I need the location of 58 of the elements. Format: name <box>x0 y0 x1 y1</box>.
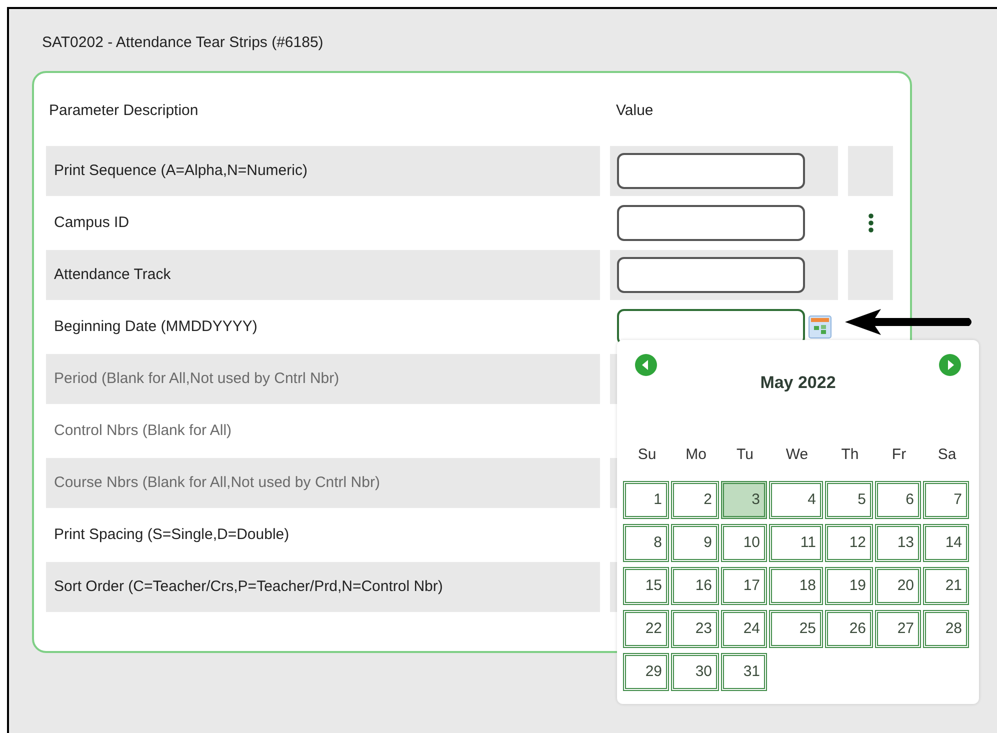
day-cell[interactable]: 31 <box>721 653 767 691</box>
parameter-label: Beginning Date (MMDDYYYY) <box>54 316 258 337</box>
day-cell[interactable]: 30 <box>671 653 719 691</box>
weekday-label: We <box>784 444 810 464</box>
parameter-label: Period (Blank for All,Not used by Cntrl Nbr) <box>54 368 340 389</box>
parameter-label: Control Nbrs (Blank for All) <box>54 420 232 441</box>
day-cell[interactable]: 6 <box>875 481 921 519</box>
day-cell[interactable]: 7 <box>923 481 969 519</box>
parameter-label: Print Spacing (S=Single,D=Double) <box>54 524 290 545</box>
day-cell[interactable]: 2 <box>671 481 719 519</box>
day-cell[interactable]: 9 <box>671 524 719 562</box>
weekday-label: Su <box>636 444 658 464</box>
month-title: May 2022 <box>760 372 836 394</box>
next-icon[interactable] <box>939 354 961 376</box>
previous-icon[interactable] <box>635 354 657 376</box>
day-cell[interactable]: 24 <box>721 610 767 648</box>
weekday-label: Mo <box>684 444 708 464</box>
day-cell[interactable]: 4 <box>769 481 823 519</box>
day-cell[interactable]: 21 <box>923 567 969 605</box>
day-cell[interactable]: 29 <box>623 653 669 691</box>
column-header: Value <box>616 102 654 119</box>
day-cell[interactable]: 5 <box>825 481 873 519</box>
window-title: SAT0202 - Attendance Tear Strips (#6185) <box>42 33 324 53</box>
day-cell[interactable]: 3 <box>721 481 767 519</box>
day-cell[interactable]: 1 <box>623 481 669 519</box>
parameter-label: Attendance Track <box>54 264 171 285</box>
day-cell[interactable]: 18 <box>769 567 823 605</box>
day-cell[interactable]: 22 <box>623 610 669 648</box>
value-field[interactable] <box>617 257 805 293</box>
value-field[interactable] <box>617 153 805 189</box>
day-cell[interactable]: 17 <box>721 567 767 605</box>
day-cell[interactable]: 13 <box>875 524 921 562</box>
day-cell[interactable]: 28 <box>923 610 969 648</box>
day-cell[interactable]: 26 <box>825 610 873 648</box>
day-cell[interactable]: 16 <box>671 567 719 605</box>
parameter-label: Course Nbrs (Blank for All,Not used by Cntrl Nbr) <box>54 472 380 493</box>
parameter-label: Sort Order (C=Teacher/Crs,P=Teacher/Prd,N=Control Nbr) <box>54 576 443 597</box>
day-cell[interactable]: 25 <box>769 610 823 648</box>
parameter-label: Campus ID <box>54 212 130 233</box>
day-cell[interactable]: 11 <box>769 524 823 562</box>
day-cell[interactable]: 20 <box>875 567 921 605</box>
day-cell[interactable]: 14 <box>923 524 969 562</box>
day-cell[interactable]: 15 <box>623 567 669 605</box>
weekday-label: Th <box>840 444 860 464</box>
day-cell[interactable]: 27 <box>875 610 921 648</box>
more-icon[interactable] <box>868 213 874 233</box>
calendar-icon[interactable] <box>808 315 832 339</box>
weekday-label: Tu <box>736 444 754 464</box>
day-cell[interactable]: 12 <box>825 524 873 562</box>
weekday-label: Fr <box>890 444 908 464</box>
day-cell[interactable]: 23 <box>671 610 719 648</box>
day-cell[interactable]: 8 <box>623 524 669 562</box>
column-header: Parameter Description <box>49 102 198 119</box>
weekday-label: Sa <box>936 444 958 464</box>
day-cell[interactable]: 10 <box>721 524 767 562</box>
parameter-label: Print Sequence (A=Alpha,N=Numeric) <box>54 160 308 181</box>
value-field[interactable] <box>617 205 805 241</box>
day-cell[interactable]: 19 <box>825 567 873 605</box>
